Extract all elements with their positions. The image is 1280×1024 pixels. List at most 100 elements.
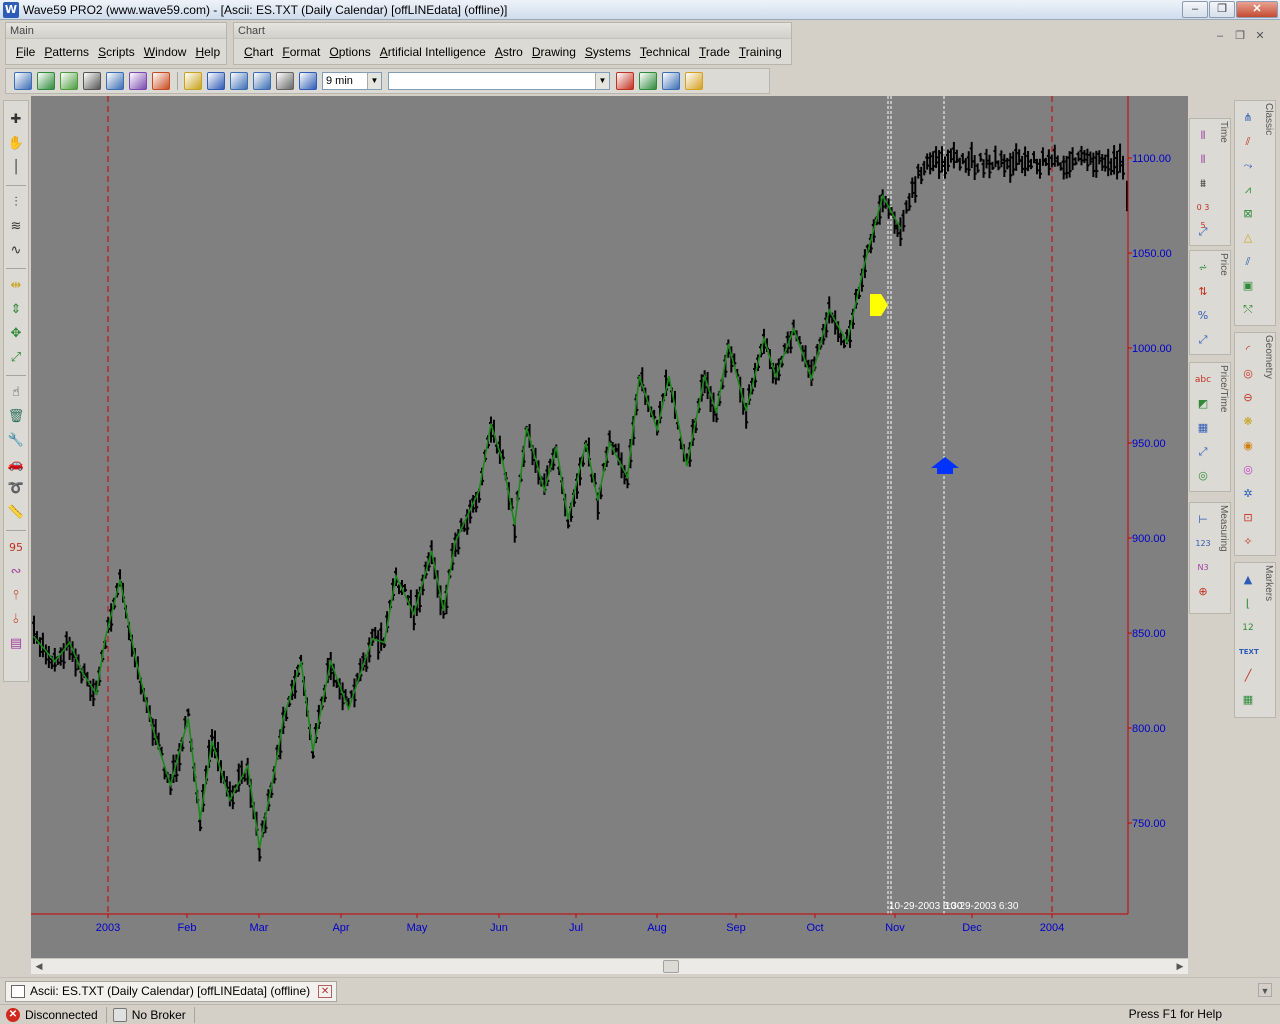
pattern-two-icon[interactable]: ⫰ xyxy=(7,611,25,629)
symbol-select[interactable]: ▼ xyxy=(388,72,610,90)
flower-icon[interactable]: ❋ xyxy=(1239,413,1257,431)
ruler-icon[interactable]: 📏 xyxy=(7,504,25,522)
marker-one-icon[interactable]: ⌊ xyxy=(1239,595,1257,613)
time-cycles-icon[interactable]: ⦀ xyxy=(1194,127,1212,145)
circle-icon[interactable]: ◎ xyxy=(1239,365,1257,383)
text-abc-icon[interactable]: abc xyxy=(1194,371,1212,389)
chart-area[interactable]: 10-29-2003 6:30 10-29-2003 6:30 1100.00 10… xyxy=(31,96,1188,958)
candles-icon[interactable]: ≋ xyxy=(7,218,25,236)
percent-icon[interactable]: % xyxy=(1194,307,1212,325)
menu-artificial-intelligence[interactable]: Artificial Intelligence xyxy=(376,45,491,59)
menu-scripts[interactable]: Scripts xyxy=(94,45,140,59)
screen-icon[interactable] xyxy=(83,72,101,90)
line-marker-icon[interactable]: ╱ xyxy=(1239,667,1257,685)
rings-icon[interactable]: ◎ xyxy=(1239,461,1257,479)
menu-systems[interactable]: Systems xyxy=(581,45,636,59)
scroll-left-icon[interactable]: ◀ xyxy=(31,959,47,974)
price-fib-icon[interactable]: ⇅ xyxy=(1194,283,1212,301)
measure-three-icon[interactable]: N3 xyxy=(1194,559,1212,577)
wheel-icon[interactable]: ✲ xyxy=(1239,485,1257,503)
spiral-shell-icon[interactable]: ◉ xyxy=(1239,437,1257,455)
up-arrow-icon[interactable]: ▲ xyxy=(1239,571,1257,589)
measure-two-icon[interactable]: 123 xyxy=(1194,535,1212,553)
triangle-icon[interactable]: △ xyxy=(1239,229,1257,247)
print-preview-icon[interactable] xyxy=(253,72,271,90)
zoom-icon[interactable] xyxy=(106,72,124,90)
square-in-circle-icon[interactable]: ⊡ xyxy=(1239,509,1257,527)
scroll-thumb[interactable] xyxy=(663,960,679,973)
price-projection-icon[interactable]: ⤢ xyxy=(1194,331,1212,349)
tab-list-chevron-icon[interactable]: ▼ xyxy=(1258,983,1272,997)
chevron-down-icon[interactable]: ▼ xyxy=(367,73,381,89)
target-icon[interactable]: ⊕ xyxy=(1194,583,1212,601)
menu-drawing[interactable]: Drawing xyxy=(528,45,581,59)
expand-icon[interactable]: ⤢ xyxy=(7,349,25,367)
broker-status[interactable]: No Broker xyxy=(107,1006,195,1023)
alert-icon[interactable] xyxy=(184,72,202,90)
interval-select[interactable]: 9 min ▼ xyxy=(322,72,382,90)
car-icon[interactable]: 🚗 xyxy=(7,456,25,474)
crosshair-icon[interactable]: ✚ xyxy=(7,111,25,129)
fan-lines-icon[interactable]: ⩘ xyxy=(1239,181,1257,199)
ellipse-icon[interactable]: ⊖ xyxy=(1239,389,1257,407)
save-icon[interactable] xyxy=(230,72,248,90)
price-chart[interactable]: 10-29-2003 6:3010-29-2003 6:30 1100.0010… xyxy=(31,96,1188,958)
menu-file[interactable]: File xyxy=(12,45,40,59)
zoom-vertical-icon[interactable]: ⇕ xyxy=(7,301,25,319)
minimize-button[interactable]: – xyxy=(1182,1,1208,18)
andrews-fork-icon[interactable]: ⋔ xyxy=(1239,109,1257,127)
menu-trade[interactable]: Trade xyxy=(695,45,735,59)
price-time-square-icon[interactable]: ◩ xyxy=(1194,395,1212,413)
connection-status[interactable]: ✕ Disconnected xyxy=(0,1006,107,1023)
close-button[interactable]: ✕ xyxy=(1236,1,1278,18)
time-fib-icon[interactable]: ⩩ xyxy=(1194,175,1212,193)
parallel-lines-icon[interactable]: ⫽ xyxy=(1239,253,1257,271)
layout-icon[interactable] xyxy=(276,72,294,90)
folder-icon[interactable] xyxy=(207,72,225,90)
new-chart-icon[interactable] xyxy=(14,72,32,90)
refresh-icon[interactable] xyxy=(60,72,78,90)
wave-icon[interactable]: ∾ xyxy=(7,563,25,581)
menu-format[interactable]: Format xyxy=(278,45,325,59)
box-icon[interactable]: ⊠ xyxy=(1239,205,1257,223)
wrench-icon[interactable]: 🔧 xyxy=(7,432,25,450)
line-chart-icon[interactable]: ∿ xyxy=(7,242,25,260)
zoom-horizontal-icon[interactable]: ⇹ xyxy=(7,277,25,295)
sync-arrows-icon[interactable] xyxy=(662,72,680,90)
menu-technical[interactable]: Technical xyxy=(636,45,695,59)
fib-icon[interactable]: 95 xyxy=(7,539,25,557)
mdi-close-button[interactable]: ✕ xyxy=(1250,27,1270,45)
chevron-down-icon[interactable]: ▼ xyxy=(595,73,609,89)
tab-close-icon[interactable]: ✕ xyxy=(318,985,333,998)
vertical-line-icon[interactable]: │ xyxy=(7,159,25,177)
rectangle-marker-icon[interactable]: ▦ xyxy=(1239,691,1257,709)
pointer-hand-icon[interactable]: ☝ xyxy=(7,384,25,402)
undo-icon[interactable] xyxy=(616,72,634,90)
price-levels-icon[interactable]: ⩫ xyxy=(1194,259,1212,277)
cross-pattern-icon[interactable]: ⤲ xyxy=(1239,301,1257,319)
app-icon[interactable]: W xyxy=(3,1,19,18)
spiral-icon[interactable]: ◎ xyxy=(1194,467,1212,485)
measure-one-icon[interactable]: ⊢ xyxy=(1194,511,1212,529)
menu-astro[interactable]: Astro xyxy=(491,45,528,59)
pattern-one-icon[interactable]: ⫯ xyxy=(7,587,25,605)
printer-icon[interactable] xyxy=(299,72,317,90)
menu-options[interactable]: Options xyxy=(325,45,375,59)
lasso-icon[interactable]: ➰ xyxy=(7,480,25,498)
restore-button[interactable]: ❐ xyxy=(1209,1,1235,18)
horizontal-scrollbar[interactable]: ◀ ▶ xyxy=(31,958,1188,974)
channel-icon[interactable]: ▤ xyxy=(7,635,25,653)
bars-icon[interactable]: ⫶ xyxy=(7,194,25,212)
marker-two-icon[interactable]: 12 xyxy=(1239,619,1257,637)
menu-training[interactable]: Training xyxy=(735,45,787,59)
menu-patterns[interactable]: Patterns xyxy=(40,45,94,59)
move-icon[interactable]: ✥ xyxy=(7,325,25,343)
document-tab[interactable]: Ascii: ES.TXT (Daily Calendar) [offLINEd… xyxy=(5,981,338,1002)
angle-icon[interactable]: ⤢ xyxy=(1194,443,1212,461)
menu-chart[interactable]: Chart xyxy=(240,45,278,59)
trend-line-icon[interactable]: ⤳ xyxy=(1239,157,1257,175)
menu-help[interactable]: Help xyxy=(191,45,225,59)
squares-icon[interactable]: ▣ xyxy=(1239,277,1257,295)
hand-icon[interactable]: ✋ xyxy=(7,135,25,153)
grid-icon[interactable]: ▦ xyxy=(1194,419,1212,437)
